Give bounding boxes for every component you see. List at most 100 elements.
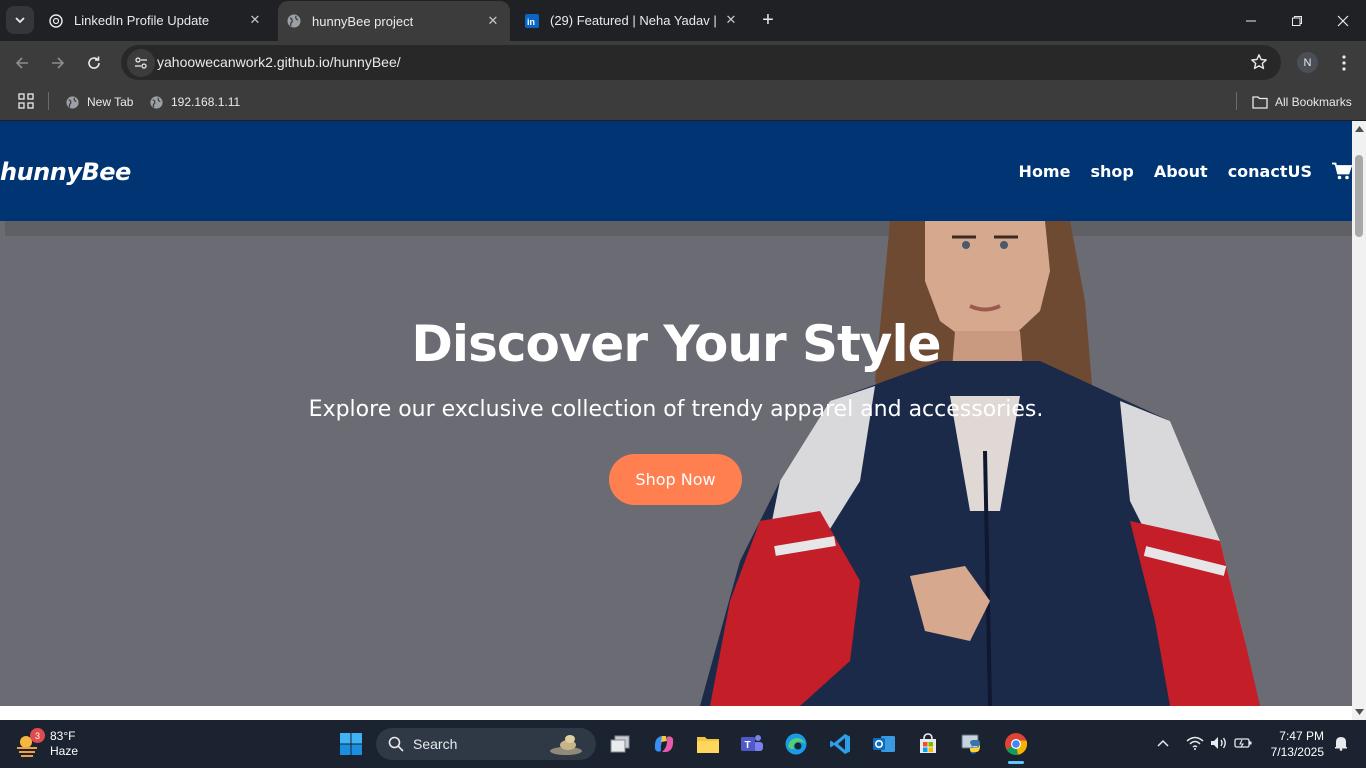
bookmarks-divider	[1236, 92, 1237, 110]
weather-desc: Haze	[50, 744, 79, 758]
reload-icon	[88, 56, 100, 69]
arrow-right-icon	[52, 57, 65, 69]
outlook-icon[interactable]	[868, 728, 900, 760]
battery-icon[interactable]	[1232, 732, 1254, 754]
active-app-indicator	[1008, 761, 1024, 764]
hero-model-image	[700, 221, 1260, 706]
url-host: yahoowecanwork2.github.io	[157, 54, 330, 70]
hero-title: Discover Your Style	[411, 315, 941, 373]
microsoft-store-icon[interactable]	[912, 728, 944, 760]
desktop-screen: LinkedIn Profile Update ✕ hunnyBee proje…	[0, 0, 1366, 768]
weather-widget[interactable]: 3 83°F Haze	[14, 726, 78, 762]
close-window-button[interactable]	[1320, 0, 1366, 41]
minimize-button[interactable]	[1228, 0, 1274, 41]
bookmark-new-tab[interactable]: New Tab	[64, 90, 133, 114]
tab-linkedin-profile-update[interactable]: LinkedIn Profile Update ✕	[40, 0, 272, 41]
teams-icon[interactable]: T	[736, 728, 768, 760]
globe-icon	[286, 13, 302, 29]
scroll-down-icon[interactable]	[1354, 707, 1364, 717]
close-icon[interactable]: ✕	[248, 12, 262, 27]
search-placeholder: Search	[413, 736, 458, 752]
linkedin-icon: in	[524, 13, 540, 29]
site-nav: Home shop About conactUS	[999, 161, 1352, 181]
hero-section: Discover Your Style Explore our exclusiv…	[0, 221, 1352, 706]
weather-temp: 83°F	[50, 729, 76, 743]
globe-icon	[64, 94, 80, 110]
bookmark-ip[interactable]: 192.168.1.11	[148, 90, 240, 114]
svg-text:in: in	[527, 17, 535, 27]
back-button[interactable]	[8, 49, 36, 77]
file-explorer-icon[interactable]	[692, 728, 724, 760]
page-scrollbar[interactable]	[1352, 121, 1366, 720]
notification-bell-icon[interactable]	[1330, 732, 1352, 754]
address-bar[interactable]: yahoowecanwork2.github.io/hunnyBee/	[121, 45, 1281, 80]
browser-toolbar: yahoowecanwork2.github.io/hunnyBee/ N	[0, 41, 1366, 84]
tab-title: LinkedIn Profile Update	[74, 13, 210, 28]
weather-haze-icon: 3	[14, 728, 45, 758]
bookmark-star-icon[interactable]	[1249, 52, 1269, 72]
nav-about[interactable]: About	[1154, 162, 1208, 181]
tab-title: (29) Featured | Neha Yadav | Lin	[550, 13, 718, 28]
tab-search-button[interactable]	[6, 6, 34, 34]
nav-contact[interactable]: conactUS	[1228, 162, 1312, 181]
edge-icon[interactable]	[780, 728, 812, 760]
tab-strip: LinkedIn Profile Update ✕ hunnyBee proje…	[0, 0, 1366, 41]
profile-avatar[interactable]: N	[1297, 52, 1318, 73]
close-icon[interactable]: ✕	[486, 13, 500, 28]
system-clock[interactable]: 7:47 PM 7/13/2025	[1262, 728, 1324, 760]
task-view-icon[interactable]	[604, 728, 636, 760]
close-icon	[1337, 15, 1349, 26]
bookmarks-divider	[48, 92, 49, 110]
cart-icon[interactable]	[1332, 161, 1352, 181]
tab-linkedin-featured[interactable]: in (29) Featured | Neha Yadav | Lin ✕	[516, 0, 748, 41]
chrome-icon[interactable]	[1000, 728, 1032, 760]
forward-button[interactable]	[44, 49, 72, 77]
hero-subtitle: Explore our exclusive collection of tren…	[308, 397, 1044, 422]
nav-home[interactable]: Home	[1019, 162, 1071, 181]
windows-icon	[340, 733, 362, 755]
taskbar-search[interactable]: Search	[376, 728, 596, 760]
clock-time: 7:47 PM	[1279, 729, 1324, 743]
search-icon	[388, 736, 404, 752]
close-icon[interactable]: ✕	[724, 12, 738, 27]
python-idle-icon[interactable]	[956, 728, 988, 760]
scroll-thumb[interactable]	[1355, 155, 1363, 237]
arrow-left-icon	[15, 57, 28, 69]
reload-button[interactable]	[80, 49, 108, 77]
all-bookmarks-button[interactable]: All Bookmarks	[1252, 90, 1352, 114]
new-tab-button[interactable]: +	[756, 8, 780, 32]
chevron-down-icon	[15, 17, 25, 24]
bookmark-label: 192.168.1.11	[171, 95, 241, 109]
restore-icon	[1292, 15, 1302, 26]
globe-icon	[148, 94, 164, 110]
openai-icon	[48, 13, 64, 29]
search-highlight-icon	[550, 735, 582, 755]
more-menu-icon[interactable]	[1334, 51, 1354, 75]
bookmark-label: New Tab	[87, 95, 134, 109]
site-header: hunnyBee Home shop About conactUS	[0, 121, 1352, 221]
show-hidden-icons-chevron-icon[interactable]	[1152, 732, 1174, 754]
restore-button[interactable]	[1274, 0, 1320, 41]
site-info-icon[interactable]	[127, 49, 155, 77]
tab-title: hunnyBee project	[312, 13, 414, 29]
apps-grid-icon[interactable]	[17, 92, 35, 110]
url-path: /hunnyBee/	[329, 54, 401, 70]
tab-hunnybee-project[interactable]: hunnyBee project ✕	[278, 1, 510, 41]
folder-icon	[1252, 94, 1268, 110]
volume-icon[interactable]	[1208, 732, 1230, 754]
scroll-up-icon[interactable]	[1354, 124, 1364, 134]
vscode-icon[interactable]	[824, 728, 856, 760]
nav-shop[interactable]: shop	[1090, 162, 1133, 181]
svg-text:T: T	[745, 740, 751, 751]
bookmarks-bar: New Tab 192.168.1.11 All Bookmarks	[0, 84, 1366, 121]
url-text[interactable]: yahoowecanwork2.github.io/hunnyBee/	[157, 54, 401, 70]
site-logo[interactable]: hunnyBee	[0, 158, 131, 186]
wifi-icon[interactable]	[1184, 732, 1206, 754]
clock-date: 7/13/2025	[1270, 745, 1324, 759]
page-viewport: hunnyBee Home shop About conactUS Discov…	[0, 121, 1352, 720]
copilot-icon[interactable]	[648, 728, 680, 760]
windows-taskbar: 3 83°F Haze Search T 7:47 PM 7/13/2025	[0, 720, 1366, 768]
start-button[interactable]	[335, 728, 367, 760]
weather-badge: 3	[30, 728, 45, 743]
shop-now-button[interactable]: Shop Now	[609, 454, 742, 505]
